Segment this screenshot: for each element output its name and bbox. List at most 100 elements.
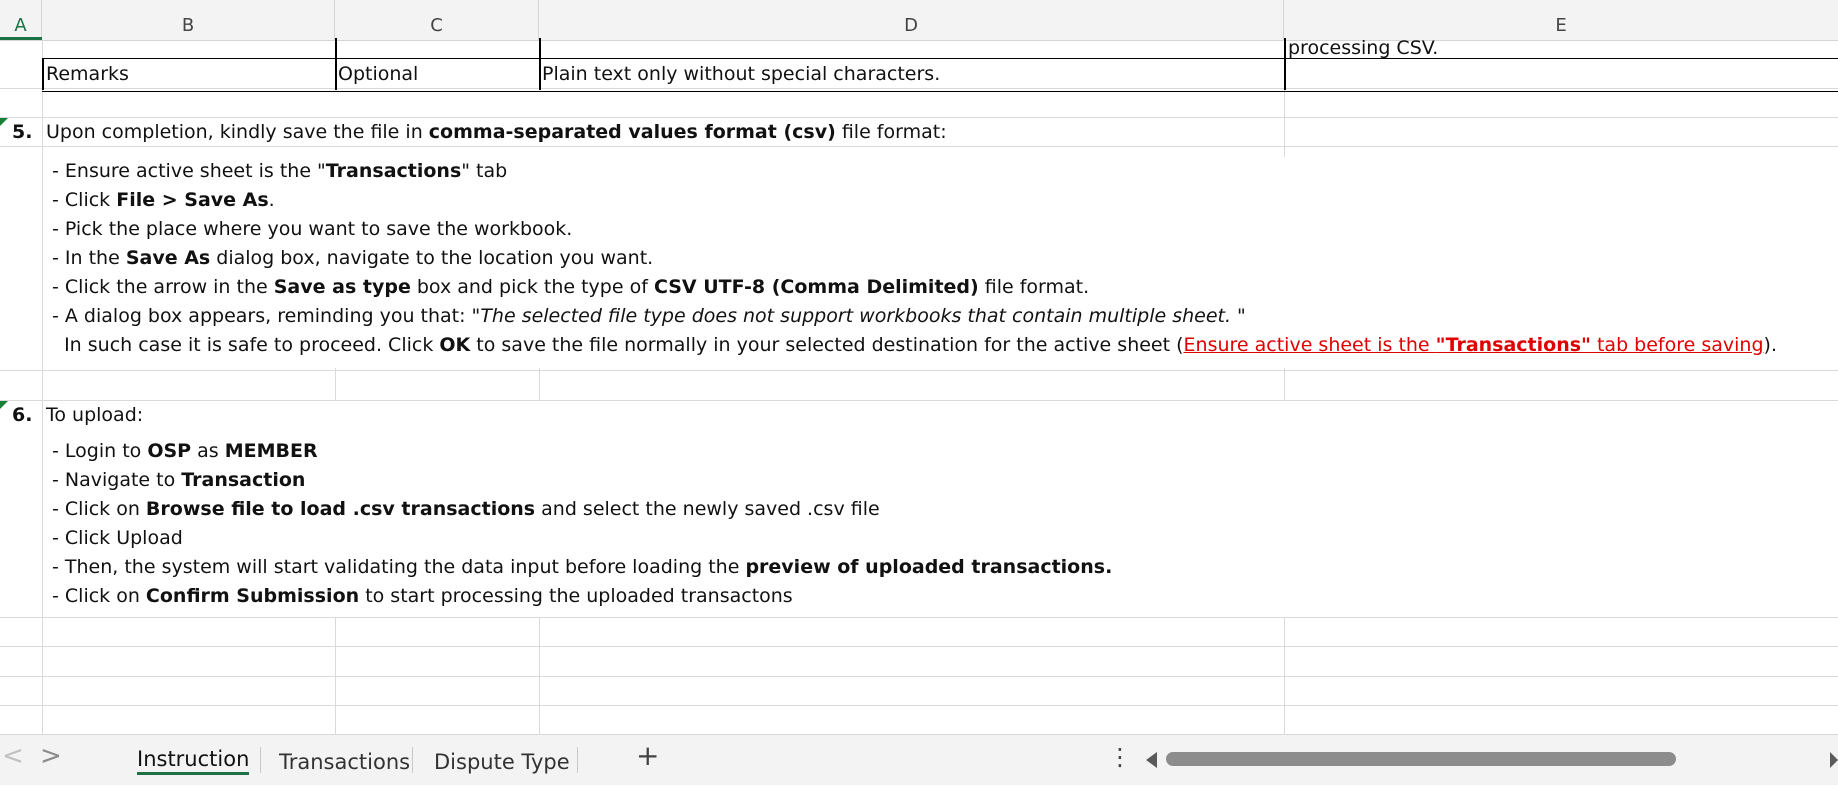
text-bold: Save As [125,247,211,269]
step-6-line-3[interactable]: - Click on Browse file to load .csv tran… [52,495,880,524]
text-bold: Transaction [181,469,306,491]
sheet-tab-instruction[interactable]: Instruction [123,735,263,781]
text-bold: CSV UTF-8 (Comma Delimited) [653,276,979,298]
gridline [0,646,1838,647]
column-header-b[interactable]: B [42,0,335,40]
text-bold: Transactions [325,160,462,182]
gridline [335,368,336,400]
sheet-tab-dispute-type[interactable]: Dispute Type [420,738,584,784]
text: Upon completion, kindly save the file in [46,121,429,143]
text-bold: OSP [147,440,192,462]
text: file format: [835,121,947,143]
text: file format. [978,276,1090,298]
tab-separator [260,747,261,773]
text-bold: preview of uploaded transactions. [745,556,1113,578]
gridline [0,370,1838,371]
step-6-line-4[interactable]: - Click Upload [52,524,183,553]
text-bold: MEMBER [224,440,318,462]
text: - Login to [52,440,148,462]
text: - In the [52,247,126,269]
step-5-line-6[interactable]: - A dialog box appears, reminding you th… [52,302,1246,331]
scroll-left-arrow-icon[interactable] [1146,752,1158,768]
step-6-number[interactable]: 6. [12,401,32,430]
text-bold: OK [439,334,471,356]
next-sheet-icon[interactable]: > [40,741,62,771]
step-5-line-5[interactable]: - Click the arrow in the Save as type bo… [52,273,1089,302]
tab-label: Transactions [279,750,411,774]
step-6-line-5[interactable]: - Then, the system will start validating… [52,553,1112,582]
step-5-heading[interactable]: Upon completion, kindly save the file in… [46,118,947,147]
cell-remarks-rule[interactable]: Plain text only without special characte… [542,60,940,89]
column-header-c[interactable]: C [335,0,539,40]
comment-indicator[interactable] [0,401,8,409]
step-5-line-4[interactable]: - In the Save As dialog box, navigate to… [52,244,653,273]
text: to save the file normally in your select… [470,334,1184,356]
step-5-line-3[interactable]: - Pick the place where you want to save … [52,215,572,244]
tab-label: Dispute Type [434,750,570,774]
text-bold: Confirm Submission [145,585,360,607]
cell-remarks-field[interactable]: Remarks [46,60,129,89]
text: box and pick the type of [410,276,654,298]
text-bold: File > Save As [116,189,269,211]
cell-remarks-required[interactable]: Optional [338,60,418,89]
table-border [539,38,541,90]
text: and select the newly saved .csv file [535,498,880,520]
text-bold: "Transactions" [1435,334,1591,356]
gridline [0,617,1838,618]
gridline [0,705,1838,706]
text: " [1231,305,1246,327]
text: " tab [461,160,508,182]
column-header-a[interactable]: A [0,0,42,40]
text: - Navigate to [52,469,182,491]
cell-e-processing-csv[interactable]: processing CSV. [1288,34,1438,63]
text: as [191,440,225,462]
text: to start processing the uploaded transac… [359,585,793,607]
worksheet-grid[interactable]: processing CSV. Remarks Optional Plain t… [0,37,1838,734]
gridline [0,400,1838,401]
column-header-d[interactable]: D [539,0,1284,40]
add-sheet-button[interactable]: + [636,739,659,772]
table-border [42,58,44,90]
step-6-line-1[interactable]: - Login to OSP as MEMBER [52,437,318,466]
text: In such case it is safe to proceed. Clic… [52,334,440,356]
step-6-heading[interactable]: To upload: [46,401,143,430]
step-6-line-2[interactable]: - Navigate to Transaction [52,466,305,495]
step-5-line-7[interactable]: In such case it is safe to proceed. Clic… [52,331,1777,360]
sheet-tab-transactions[interactable]: Transactions [265,738,424,784]
tab-separator [412,747,413,773]
text: - Click on [52,498,146,520]
text: - Click on [52,585,146,607]
scrollbar-thumb[interactable] [1166,752,1676,766]
step-5-line-1[interactable]: - Ensure active sheet is the "Transactio… [52,157,507,186]
warning-link[interactable]: Ensure active sheet is the "Transactions… [1184,334,1764,356]
text-bold: comma-separated values format (csv) [428,121,836,143]
gridline [1284,368,1285,400]
column-header-bar: A B C D E [0,0,1838,41]
text-bold: Browse file to load .csv transactions [145,498,536,520]
comment-indicator[interactable] [0,118,8,126]
tab-label: Instruction [137,747,250,771]
text-italic: The selected file type does not support … [480,305,1232,327]
sheet-tab-bar: < > Instruction Transactions Dispute Typ… [0,734,1838,785]
text: - A dialog box appears, reminding you th… [52,305,481,327]
step-6-line-6[interactable]: - Click on Confirm Submission to start p… [52,582,793,611]
scroll-right-arrow-icon[interactable] [1830,752,1838,768]
step-5-line-2[interactable]: - Click File > Save As. [52,186,275,215]
step-5-number[interactable]: 5. [12,118,32,147]
text: - Then, the system will start validating… [52,556,746,578]
gridline [0,676,1838,677]
text: - Click the arrow in the [52,276,274,298]
gridline [1284,117,1285,157]
text: - Ensure active sheet is the " [52,160,326,182]
text: Ensure active sheet is the [1183,334,1436,356]
gridline [42,40,43,734]
text: - Click [52,189,117,211]
text: dialog box, navigate to the location you… [210,247,654,269]
previous-sheet-icon[interactable]: < [2,741,24,771]
more-options-icon[interactable]: ⋮ [1108,743,1132,771]
text: . [268,189,275,211]
text-bold: Save as type [273,276,411,298]
text: ). [1763,334,1777,356]
table-border [1284,38,1286,90]
tab-separator [577,747,578,773]
